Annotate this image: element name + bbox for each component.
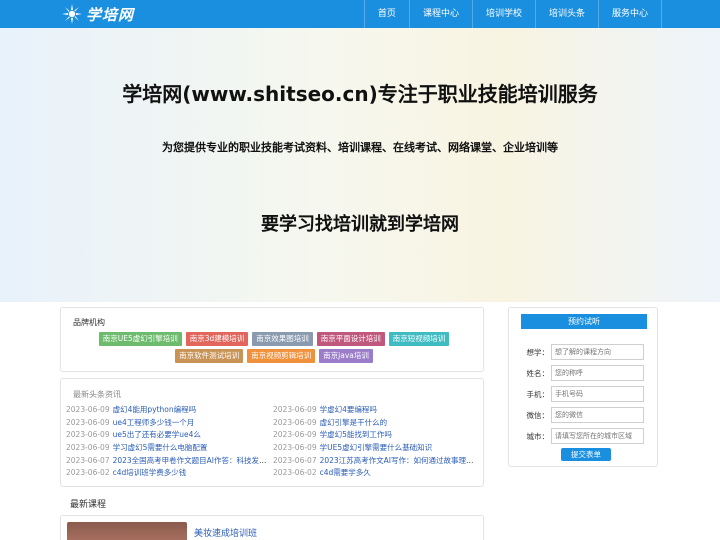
trial-booking-form: 预约试听 想学： 姓名： 手机： 微信： 城市： 提交表单 (508, 307, 658, 467)
brand-tag[interactable]: 南京效果图培训 (252, 332, 313, 346)
banner-slogan: 要学习找培训就到学培网 (261, 214, 459, 235)
nav-service[interactable]: 服务中心 (597, 0, 662, 28)
field-label: 想学： (526, 347, 550, 357)
field-label: 手机： (526, 389, 550, 399)
news-item[interactable]: 2023-06-09 学虚幻4要编程吗 (273, 404, 480, 417)
news-link[interactable]: c4d培训班学费多少钱 (113, 468, 187, 477)
brand-panel-title: 品牌机构 (73, 318, 105, 327)
news-link[interactable]: 虚幻引擎是干什么的 (320, 418, 388, 427)
news-link[interactable]: c4d需要学多久 (320, 468, 371, 477)
news-date: 2023-06-07 (273, 455, 317, 465)
news-item[interactable]: 2023-06-072023全国高考甲卷作文题目AI作答：科技发展与人的时间 (66, 455, 273, 468)
brand-tag-list: 南京UE5虚幻引擎培训 南京3d建模培训 南京效果图培训 南京平面设计培训 南京… (89, 332, 459, 363)
form-row: 姓名： (523, 365, 653, 381)
news-date: 2023-06-02 (66, 468, 110, 478)
form-row: 城市： (523, 428, 653, 444)
news-item[interactable]: 2023-06-09 ue4工程师多少钱一个月 (66, 417, 273, 430)
news-item[interactable]: 2023-06-02 c4d需要学多久 (273, 467, 480, 480)
news-panel-title: 最新头条资讯 (73, 390, 121, 399)
news-item[interactable]: 2023-06-09 ue5出了还有必要学ue4么 (66, 429, 273, 442)
news-list: 2023-06-09 虚幻4能用python编程吗 2023-06-09 学虚幻4要… (66, 404, 480, 480)
course-thumbnail[interactable] (67, 522, 187, 540)
trial-form-title: 预约试听 (521, 314, 647, 329)
latest-news-panel: 最新头条资讯 2023-06-09 虚幻4能用python编程吗 2023-06-… (60, 378, 484, 487)
brand-tag[interactable]: 南京软件测试培训 (175, 349, 244, 363)
news-link[interactable]: 学习虚幻5需要什么电脑配置 (113, 443, 208, 452)
sun-logo-icon (62, 4, 82, 24)
news-date: 2023-06-09 (66, 430, 110, 440)
form-row: 微信： (523, 407, 653, 423)
course-name-link[interactable]: 美妆速成培训班 (194, 526, 257, 539)
phone-input[interactable] (551, 386, 644, 402)
news-item[interactable]: 2023-06-09 学虚幻5能找到工作吗 (273, 429, 480, 442)
news-date: 2023-06-09 (273, 443, 317, 453)
news-date: 2023-06-09 (66, 443, 110, 453)
brand-institutions-panel: 品牌机构 南京UE5虚幻引擎培训 南京3d建模培训 南京效果图培训 南京平面设计… (60, 307, 484, 372)
news-date: 2023-06-09 (273, 417, 317, 427)
banner-headline: 学培网(www.shitseo.cn)专注于职业技能培训服务 (122, 82, 598, 106)
news-link[interactable]: 学UE5虚幻引擎需要什么基础知识 (320, 443, 433, 452)
news-date: 2023-06-09 (66, 417, 110, 427)
brand-tag[interactable]: 南京视频剪辑培训 (247, 349, 316, 363)
news-item[interactable]: 2023-06-09 虚幻引擎是干什么的 (273, 417, 480, 430)
news-link[interactable]: 虚幻4能用python编程吗 (113, 405, 197, 414)
field-label: 姓名： (526, 368, 550, 378)
top-navigation-bar: 学培网 首页 课程中心 培训学校 培训头条 服务中心 (0, 0, 720, 28)
news-date: 2023-06-09 (273, 405, 317, 414)
name-input[interactable] (551, 365, 644, 381)
brand-tag[interactable]: 南京平面设计培训 (316, 332, 385, 346)
news-date: 2023-06-02 (273, 468, 317, 478)
news-link[interactable]: 2023全国高考甲卷作文题目AI作答：科技发展与人的时间 (113, 456, 273, 465)
news-date: 2023-06-09 (273, 430, 317, 440)
brand-tag[interactable]: 南京UE5虚幻引擎培训 (98, 332, 182, 346)
wechat-input[interactable] (551, 407, 644, 423)
latest-courses-title: 最新课程 (70, 500, 107, 510)
news-date: 2023-06-07 (66, 455, 110, 465)
field-label: 城市： (526, 431, 550, 441)
form-row: 手机： (523, 386, 653, 402)
brand-tag[interactable]: 南京短视频培训 (388, 332, 450, 346)
city-input[interactable] (551, 428, 644, 444)
news-link[interactable]: ue5出了还有必要学ue4么 (113, 430, 201, 439)
banner-subheadline: 为您提供专业的职业技能考试资料、培训课程、在线考试、网络课堂、企业培训等 (162, 141, 558, 154)
course-card[interactable]: 美妆速成培训班 (60, 515, 484, 540)
news-item[interactable]: 2023-06-02 c4d培训班学费多少钱 (66, 467, 273, 480)
news-link[interactable]: 学虚幻5能找到工作吗 (320, 430, 392, 439)
hero-banner: 学培网(www.shitseo.cn)专注于职业技能培训服务 为您提供专业的职业… (0, 28, 720, 302)
course-interest-input[interactable] (551, 344, 644, 360)
form-row: 想学： (523, 344, 653, 360)
news-item[interactable]: 2023-06-09 学UE5虚幻引擎需要什么基础知识 (273, 442, 480, 455)
news-item[interactable]: 2023-06-09 学习虚幻5需要什么电脑配置 (66, 442, 273, 455)
brand-tag[interactable]: 南京3d建模培训 (185, 332, 249, 346)
field-label: 微信： (526, 410, 550, 420)
nav-courses[interactable]: 课程中心 (408, 0, 472, 28)
news-link[interactable]: 2023江苏高考作文AI写作：如何通过故事理解自我和世界 (320, 456, 480, 465)
submit-button[interactable]: 提交表单 (561, 448, 611, 461)
news-item[interactable]: 2023-06-09 虚幻4能用python编程吗 (66, 404, 273, 417)
brand-tag[interactable]: 南京java培训 (319, 349, 373, 363)
logo-text: 学培网 (86, 5, 135, 24)
news-item[interactable]: 2023-06-072023江苏高考作文AI写作：如何通过故事理解自我和世界 (273, 455, 480, 468)
nav-schools[interactable]: 培训学校 (471, 0, 535, 28)
news-date: 2023-06-09 (66, 405, 110, 414)
nav-home[interactable]: 首页 (363, 0, 409, 28)
nav-headlines[interactable]: 培训头条 (534, 0, 598, 28)
news-link[interactable]: ue4工程师多少钱一个月 (113, 418, 195, 427)
main-nav: 首页 课程中心 培训学校 培训头条 服务中心 (363, 0, 662, 28)
site-logo[interactable]: 学培网 (62, 3, 134, 25)
news-link[interactable]: 学虚幻4要编程吗 (320, 405, 377, 414)
